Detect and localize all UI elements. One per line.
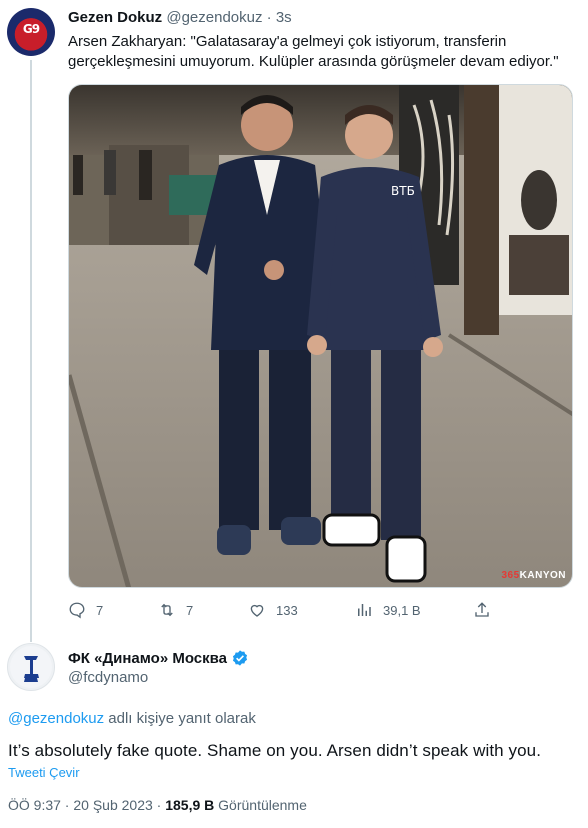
- heart-icon: [250, 604, 264, 617]
- views-icon: [358, 604, 371, 616]
- tweet-text: Arsen Zakharyan: "Galatasaray'a gelmeyi …: [68, 33, 559, 70]
- reply-count: 7: [96, 602, 104, 618]
- reply-mention-link[interactable]: @gezendokuz: [8, 710, 104, 727]
- views-count: 39,1 B: [383, 602, 421, 618]
- share-button[interactable]: [473, 601, 491, 619]
- retweet-icon: [161, 603, 173, 617]
- views-label: Görüntülenme: [214, 797, 307, 813]
- translate-tweet-link[interactable]: Tweeti Çevir: [8, 765, 80, 780]
- retweet-button[interactable]: 7: [158, 601, 193, 619]
- views-button[interactable]: 39,1 B: [355, 601, 421, 619]
- tweet-footer: ÖÖ 9:37 · 20 Şub 2023 · 185,9 B Görüntül…: [8, 797, 307, 813]
- share-icon: [475, 602, 489, 617]
- avatar[interactable]: [7, 643, 55, 691]
- reply-button[interactable]: 7: [68, 601, 103, 619]
- handle[interactable]: @fcdynamo: [68, 669, 148, 686]
- separator-dot: ·: [266, 9, 272, 26]
- verified-badge-icon: [232, 650, 248, 666]
- retweet-count: 7: [186, 602, 194, 618]
- views-total[interactable]: 185,9 B: [165, 797, 214, 813]
- tweet-text: It’s absolutely fake quote. Shame on you…: [8, 741, 542, 760]
- photo-illustration: ВТБ: [69, 85, 572, 587]
- like-button[interactable]: 133: [248, 601, 298, 619]
- tweet-photo[interactable]: ВТБ 365KANYON: [68, 84, 573, 588]
- replying-to: @gezendokuz adlı kişiye yanıt olarak: [8, 710, 256, 727]
- svg-text:ВТБ: ВТБ: [391, 184, 415, 198]
- photo-watermark: 365KANYON: [501, 570, 566, 581]
- watermark-prefix: 365: [501, 570, 520, 581]
- dynamo-logo-icon: [10, 646, 52, 688]
- tweet-actions: 7 7 133 39,1 B: [68, 601, 498, 621]
- avatar-logo-text: G9: [22, 22, 40, 36]
- reply-context-text: adlı kişiye yanıt olarak: [104, 710, 256, 727]
- tweet-timestamp[interactable]: ÖÖ 9:37 · 20 Şub 2023 ·: [8, 797, 165, 813]
- watermark-text: KANYON: [519, 570, 566, 581]
- tweet-header: ФК «Динамо» Москва: [68, 649, 249, 667]
- handle[interactable]: @gezendokuz: [166, 9, 262, 26]
- tweet-header: Gezen Dokuz @gezendokuz · 3s: [68, 9, 292, 26]
- tweet-time[interactable]: 3s: [276, 9, 292, 26]
- avatar[interactable]: G9: [7, 8, 55, 56]
- thread-connector-line: [30, 60, 32, 642]
- display-name[interactable]: Gezen Dokuz: [68, 9, 162, 26]
- like-count: 133: [276, 602, 298, 618]
- reply-icon: [69, 602, 85, 619]
- display-name[interactable]: ФК «Динамо» Москва: [68, 650, 227, 667]
